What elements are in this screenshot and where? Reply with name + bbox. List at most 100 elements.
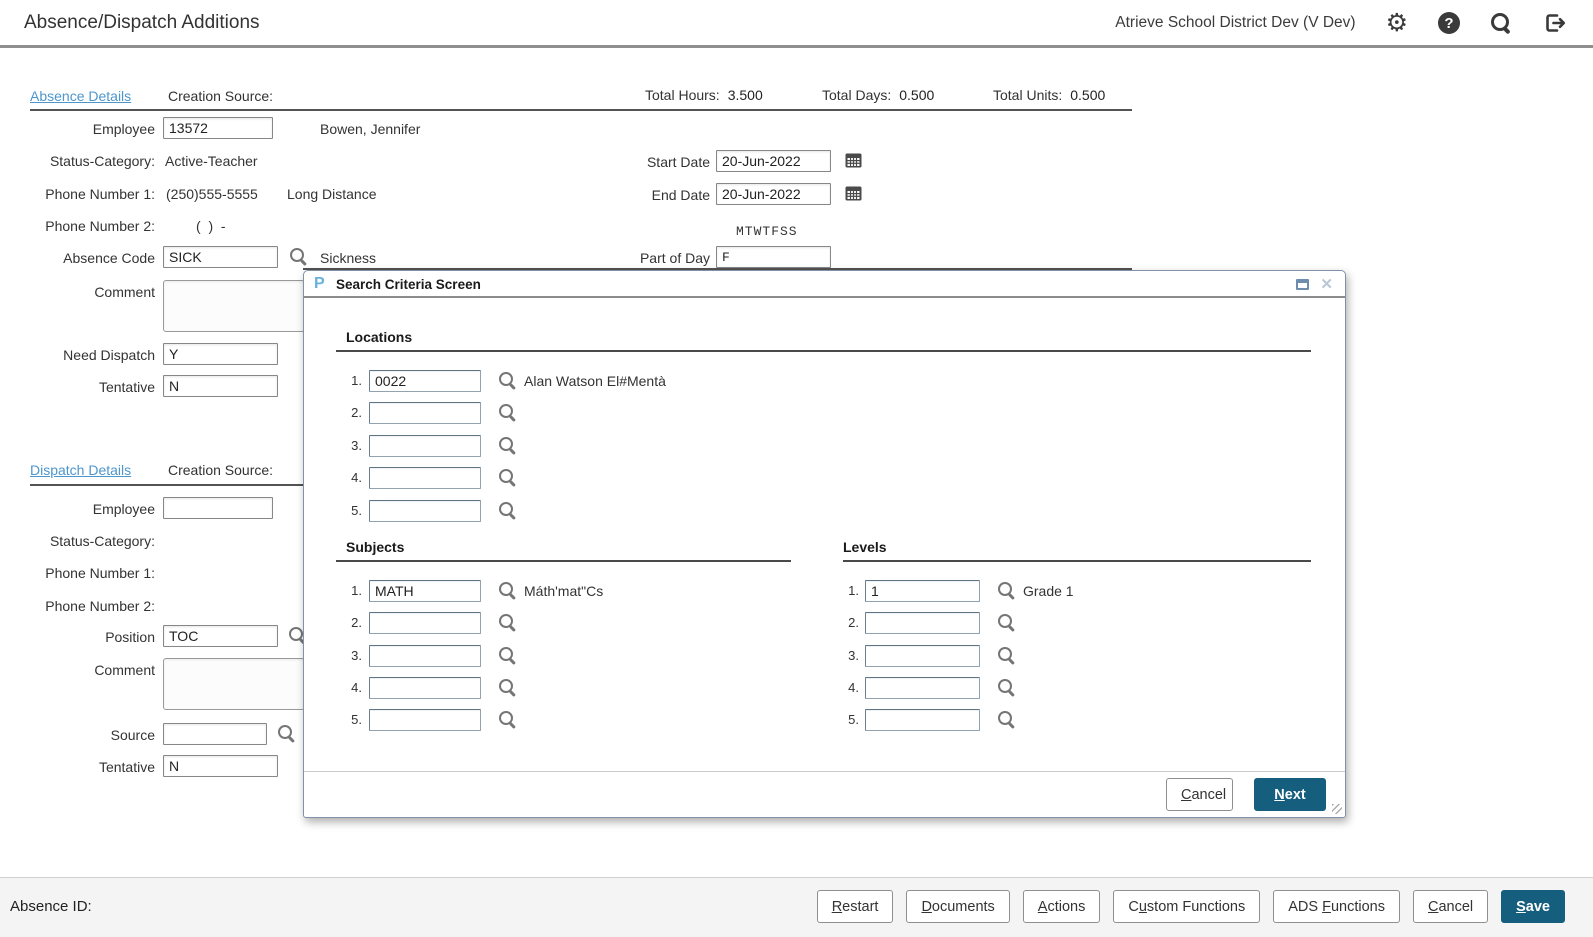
- absence-section-divider: [30, 109, 1132, 111]
- absence-employee-label: Employee: [30, 121, 155, 137]
- dispatch-position-input[interactable]: [163, 625, 278, 647]
- total-days-label: Total Days:: [822, 87, 891, 103]
- level-1-search-icon[interactable]: [997, 581, 1016, 600]
- level-2-search-icon[interactable]: [997, 613, 1016, 632]
- dispatch-phone1-label: Phone Number 1:: [30, 565, 155, 581]
- part-of-day-input[interactable]: [716, 246, 831, 268]
- dispatch-details-link[interactable]: Dispatch Details: [30, 462, 131, 478]
- level-4-input[interactable]: [865, 677, 980, 699]
- location-3-input[interactable]: [369, 435, 481, 457]
- level-3-number: 3.: [843, 648, 859, 663]
- help-icon[interactable]: ?: [1438, 12, 1460, 34]
- dispatch-source-search-icon[interactable]: [277, 724, 296, 743]
- start-date-label: Start Date: [615, 154, 710, 170]
- absence-details-link[interactable]: Absence Details: [30, 88, 131, 104]
- sign-out-icon[interactable]: [1542, 11, 1567, 35]
- dispatch-comment-textarea[interactable]: [163, 658, 305, 710]
- location-4-search-icon[interactable]: [498, 468, 517, 487]
- ads-functions-button[interactable]: ADS Functions: [1273, 890, 1400, 923]
- subjects-divider: [336, 560, 791, 562]
- location-3-search-icon[interactable]: [498, 436, 517, 455]
- header-search-icon[interactable]: [1490, 12, 1512, 34]
- level-2-input[interactable]: [865, 612, 980, 634]
- location-5-input[interactable]: [369, 500, 481, 522]
- close-icon[interactable]: ✕: [1320, 275, 1333, 293]
- level-4-number: 4.: [843, 680, 859, 695]
- save-button[interactable]: Save: [1501, 890, 1565, 923]
- level-4-search-icon[interactable]: [997, 678, 1016, 697]
- absence-creation-source-label: Creation Source:: [168, 88, 273, 104]
- absence-code-input[interactable]: [163, 246, 278, 268]
- app-logo-icon: P: [314, 275, 325, 293]
- dispatch-employee-input[interactable]: [163, 497, 273, 519]
- dispatch-tentative-label: Tentative: [30, 759, 155, 775]
- location-1-number: 1.: [346, 373, 362, 388]
- level-3-input[interactable]: [865, 645, 980, 667]
- subject-1-desc: Máth'mat"Cs: [524, 583, 603, 599]
- modal-titlebar[interactable]: P Search Criteria Screen ✕: [304, 271, 1345, 298]
- absence-tentative-label: Tentative: [30, 379, 155, 395]
- maximize-icon[interactable]: [1296, 279, 1309, 290]
- level-1-input[interactable]: [865, 580, 980, 602]
- subject-3-input[interactable]: [369, 645, 481, 667]
- location-2-input[interactable]: [369, 402, 481, 424]
- dispatch-creation-source-label: Creation Source:: [168, 462, 273, 478]
- subject-4-search-icon[interactable]: [498, 678, 517, 697]
- level-5-input[interactable]: [865, 709, 980, 731]
- settings-gear-icon[interactable]: ⚙: [1386, 11, 1408, 36]
- location-5-search-icon[interactable]: [498, 501, 517, 520]
- location-5-number: 5.: [346, 503, 362, 518]
- modal-footer-divider: [304, 771, 1345, 772]
- absence-code-search-icon[interactable]: [289, 247, 308, 266]
- levels-divider: [843, 560, 1311, 562]
- modal-next-button[interactable]: Next: [1254, 778, 1326, 811]
- dispatch-phone2-label: Phone Number 2:: [30, 598, 155, 614]
- need-dispatch-label: Need Dispatch: [30, 347, 155, 363]
- dispatch-position-label: Position: [30, 629, 155, 645]
- subject-2-input[interactable]: [369, 612, 481, 634]
- end-date-calendar-icon[interactable]: [845, 185, 862, 201]
- absence-employee-input[interactable]: [163, 117, 273, 139]
- absence-phone2-label: Phone Number 2:: [30, 218, 155, 234]
- absence-tentative-input[interactable]: [163, 375, 278, 397]
- subject-2-search-icon[interactable]: [498, 613, 517, 632]
- subjects-section-title: Subjects: [346, 539, 404, 555]
- absence-comment-label: Comment: [30, 284, 155, 300]
- modal-cancel-button[interactable]: Cancel: [1166, 778, 1233, 811]
- actions-button[interactable]: Actions: [1023, 890, 1101, 923]
- location-1-input[interactable]: [369, 370, 481, 392]
- top-header: Absence/Dispatch Additions Atrieve Schoo…: [0, 0, 1593, 48]
- absence-employee-name: Bowen, Jennifer: [320, 121, 420, 137]
- subject-5-search-icon[interactable]: [498, 710, 517, 729]
- documents-button[interactable]: Documents: [906, 890, 1009, 923]
- total-units-label: Total Units:: [993, 87, 1062, 103]
- subject-1-input[interactable]: [369, 580, 481, 602]
- subject-4-input[interactable]: [369, 677, 481, 699]
- subject-3-search-icon[interactable]: [498, 646, 517, 665]
- dispatch-tentative-input[interactable]: [163, 755, 278, 777]
- level-3-search-icon[interactable]: [997, 646, 1016, 665]
- subject-5-number: 5.: [346, 712, 362, 727]
- absence-phone1-note: Long Distance: [287, 186, 377, 202]
- location-1-search-icon[interactable]: [498, 371, 517, 390]
- subject-1-search-icon[interactable]: [498, 581, 517, 600]
- end-date-input[interactable]: [716, 183, 831, 205]
- start-date-input[interactable]: [716, 150, 831, 172]
- dispatch-source-label: Source: [30, 727, 155, 743]
- location-2-search-icon[interactable]: [498, 403, 517, 422]
- level-5-search-icon[interactable]: [997, 710, 1016, 729]
- cancel-button[interactable]: Cancel: [1413, 890, 1488, 923]
- start-date-calendar-icon[interactable]: [845, 152, 862, 168]
- location-4-input[interactable]: [369, 467, 481, 489]
- absence-status-label: Status-Category:: [30, 153, 155, 169]
- modal-title: Search Criteria Screen: [336, 277, 481, 292]
- subject-5-input[interactable]: [369, 709, 481, 731]
- restart-button[interactable]: Restart: [817, 890, 894, 923]
- page-title: Absence/Dispatch Additions: [24, 0, 260, 46]
- resize-handle[interactable]: [1332, 804, 1342, 814]
- absence-comment-textarea[interactable]: [163, 280, 305, 332]
- dispatch-source-input[interactable]: [163, 723, 267, 745]
- custom-functions-button[interactable]: Custom Functions: [1113, 890, 1260, 923]
- dispatch-comment-label: Comment: [30, 662, 155, 678]
- need-dispatch-input[interactable]: [163, 343, 278, 365]
